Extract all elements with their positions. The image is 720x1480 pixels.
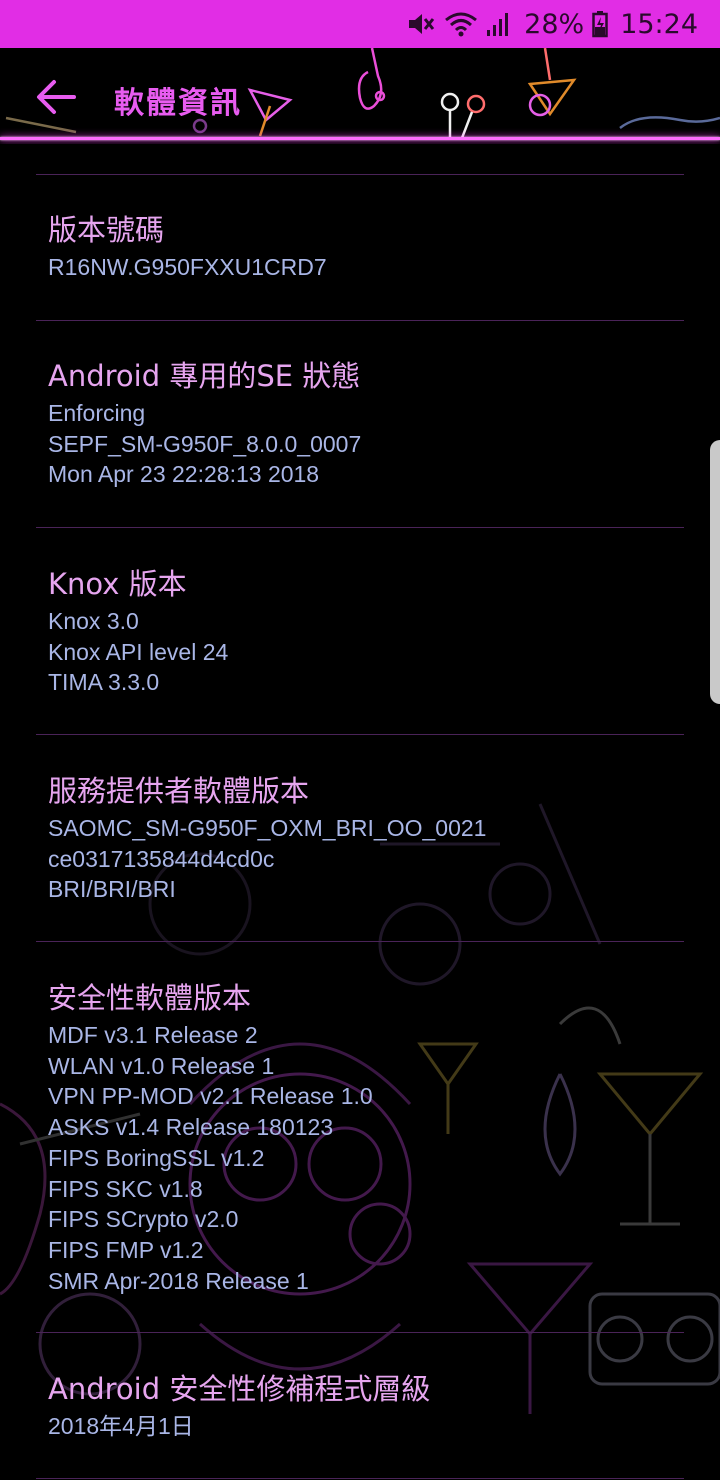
back-arrow-icon [37, 80, 76, 114]
item-value: FIPS BoringSSL v1.2 [48, 1144, 265, 1171]
divider [36, 527, 684, 528]
scroll-handle[interactable] [710, 440, 720, 704]
knox-version-item[interactable]: Knox 版本 Knox 3.0 Knox API level 24 TIMA … [48, 566, 688, 698]
status-bar: 28% 15:24 [0, 0, 720, 48]
item-value: WLAN v1.0 Release 1 [48, 1052, 275, 1079]
back-button[interactable] [34, 78, 78, 116]
security-software-version-item[interactable]: 安全性軟體版本 MDF v3.1 Release 2 WLAN v1.0 Rel… [48, 980, 688, 1296]
item-title: 版本號碼 [48, 213, 165, 247]
item-title: Knox 版本 [48, 567, 187, 601]
item-value: MDF v3.1 Release 2 [48, 1022, 258, 1048]
item-value: Knox API level 24 [48, 638, 229, 665]
neon-divider [0, 137, 720, 140]
item-value: R16NW.G950FXXU1CRD7 [48, 254, 327, 280]
mute-icon [406, 10, 436, 38]
item-value: Knox 3.0 [48, 608, 139, 634]
item-value: TIMA 3.3.0 [48, 669, 160, 696]
android-security-patch-level-item[interactable]: Android 安全性修補程式層級 2018年4月1日 [48, 1371, 688, 1442]
item-title: 服務提供者軟體版本 [48, 774, 310, 808]
party-theme-decoration [5, 48, 720, 139]
item-value: Mon Apr 23 22:28:13 2018 [48, 461, 320, 488]
service-provider-software-version-item[interactable]: 服務提供者軟體版本 SAOMC_SM-G950F_OXM_BRI_OO_0021… [48, 773, 688, 905]
item-value: SMR Apr-2018 Release 1 [48, 1267, 309, 1294]
divider [36, 174, 684, 175]
item-value: SAOMC_SM-G950F_OXM_BRI_OO_0021 [48, 815, 487, 841]
signal-icon [486, 10, 512, 38]
item-title: Android 安全性修補程式層級 [48, 1372, 431, 1406]
item-title: 安全性軟體版本 [48, 981, 252, 1015]
se-android-status-item[interactable]: Android 專用的SE 狀態 Enforcing SEPF_SM-G950F… [48, 358, 688, 490]
item-value: ASKS v1.4 Release 180123 [48, 1114, 334, 1141]
divider [36, 734, 684, 735]
item-value: FIPS FMP v1.2 [48, 1236, 204, 1263]
app-bar: 軟體資訊 [0, 48, 720, 144]
build-number-item[interactable]: 版本號碼 R16NW.G950FXXU1CRD7 [48, 212, 688, 283]
clock: 15:24 [620, 8, 698, 40]
battery-percentage: 28% [524, 8, 585, 40]
item-value: FIPS SKC v1.8 [48, 1175, 203, 1202]
settings-list[interactable]: 版本號碼 R16NW.G950FXXU1CRD7 Android 專用的SE 狀… [0, 144, 720, 1480]
divider [36, 941, 684, 942]
divider [36, 1332, 684, 1333]
item-title: Android 專用的SE 狀態 [48, 359, 361, 393]
item-value: Enforcing [48, 400, 146, 426]
item-value: BRI/BRI/BRI [48, 876, 176, 903]
page-title: 軟體資訊 [114, 86, 242, 121]
divider [36, 320, 684, 321]
item-value: SEPF_SM-G950F_8.0.0_0007 [48, 430, 362, 457]
battery-icon [592, 10, 608, 38]
wifi-icon [444, 10, 478, 38]
item-value: FIPS SCrypto v2.0 [48, 1206, 239, 1233]
item-value: ce0317135844d4cd0c [48, 845, 275, 872]
item-value: VPN PP-MOD v2.1 Release 1.0 [48, 1083, 373, 1110]
divider [36, 1478, 684, 1479]
item-value: 2018年4月1日 [48, 1413, 194, 1439]
